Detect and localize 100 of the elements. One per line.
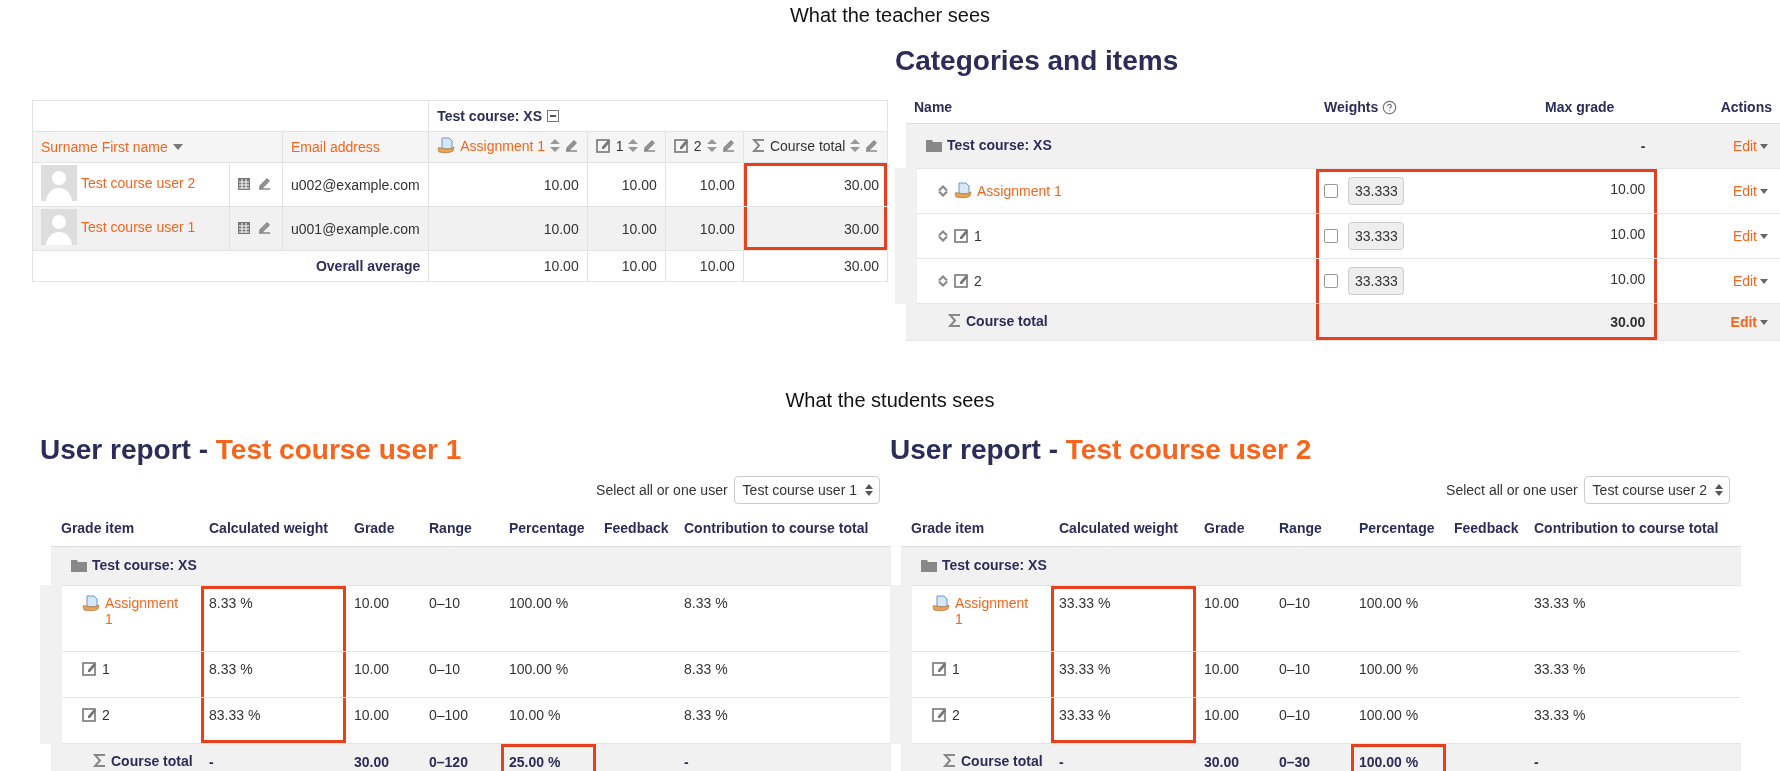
table-cell: 10.00: [1196, 585, 1271, 652]
weight-field[interactable]: 33.333: [1348, 177, 1404, 205]
edit-menu-link[interactable]: Edit: [1732, 228, 1757, 244]
weight-field[interactable]: 33.333: [1348, 267, 1404, 295]
edit-item-icon: [673, 138, 689, 154]
pencil-icon: [643, 139, 657, 153]
checkbox[interactable]: [1324, 229, 1338, 243]
table-cell: 10.00: [587, 250, 666, 282]
edit-menu-link[interactable]: Edit: [1732, 138, 1757, 154]
user-name: Test course user 2: [1065, 434, 1312, 465]
select-arrows-icon: [1715, 484, 1723, 496]
row-label: Overall average: [32, 250, 429, 282]
table-cell: 0–10: [1271, 585, 1351, 652]
sort-caret-icon: [172, 144, 183, 150]
item-link[interactable]: Assignment 1: [105, 595, 185, 627]
edit-menu-link[interactable]: Edit: [1730, 314, 1757, 330]
table-cell: 0–10: [421, 651, 501, 698]
assignment-icon: [437, 137, 456, 154]
folder-icon: [926, 138, 942, 152]
column-header: Range: [1279, 520, 1322, 536]
move-icon: [937, 274, 949, 287]
grid-icon: [238, 221, 250, 234]
column-header: Calculated weight: [209, 520, 329, 536]
edit-item-icon: [82, 707, 97, 722]
help-icon[interactable]: [1382, 99, 1398, 115]
report-title: User report -: [40, 434, 209, 465]
item-name: 1: [952, 661, 960, 677]
table-cell: 0–10: [421, 585, 501, 652]
user-select[interactable]: Test course user 1: [733, 476, 880, 504]
table-cell: 0–10: [1271, 651, 1351, 698]
column-header: Grade: [354, 520, 395, 536]
table-cell: 30.00: [743, 162, 888, 207]
collapse-icon: [547, 110, 559, 122]
column-header: Weights: [1324, 99, 1379, 115]
table-cell: 10.00: [665, 206, 744, 251]
section-caption: What the students sees: [785, 389, 995, 411]
column-header: Percentage: [1359, 520, 1435, 536]
edit-menu-link[interactable]: Edit: [1732, 273, 1757, 289]
caret-icon: [1760, 319, 1768, 325]
user-name: Test course user 1: [215, 434, 462, 465]
sigma-icon: [943, 753, 956, 768]
column-header: Feedback: [604, 520, 669, 536]
column-header: Contribution to course total: [684, 520, 869, 536]
category-header: Test course: XS: [437, 108, 542, 124]
avatar-icon: [41, 209, 77, 245]
edit-item-icon: [954, 273, 969, 288]
table-cell: 10.00: [1196, 697, 1271, 744]
move-icon: [937, 184, 949, 197]
edit-menu-link[interactable]: Edit: [1732, 183, 1757, 199]
table-cell: 30.00: [743, 250, 888, 282]
table-cell: 10.00 %: [501, 697, 596, 744]
table-cell: 10.00: [346, 585, 421, 652]
item-name: 2: [974, 272, 982, 289]
item-link[interactable]: Assignment 1: [977, 182, 1062, 199]
table-cell: 30.00: [1502, 303, 1658, 341]
checkbox[interactable]: [1324, 184, 1338, 198]
section-caption: What the teacher sees: [789, 4, 991, 26]
item-name: Course total: [961, 753, 1043, 769]
item-link[interactable]: Assignment 1: [955, 595, 1035, 627]
table-cell: 33.33 %: [1526, 585, 1741, 652]
table-cell: 100.00 %: [501, 651, 596, 698]
table-cell: 10.00: [346, 697, 421, 744]
weight-field[interactable]: 33.333: [1348, 222, 1404, 250]
item-name: 2: [952, 707, 960, 723]
table-cell: 100.00 %: [1351, 651, 1446, 698]
pencil-icon: [721, 139, 735, 153]
table-cell: 10.00: [587, 162, 666, 207]
pencil-icon: [258, 221, 271, 234]
caret-icon: [1760, 143, 1768, 149]
table-cell: 10.00: [428, 250, 588, 282]
table-cell: 100.00 %: [501, 585, 596, 652]
sigma-icon: [751, 138, 765, 154]
column-header: Grade: [1204, 520, 1245, 536]
table-cell: 10.00: [346, 651, 421, 698]
table-cell: 10.00: [587, 206, 666, 251]
folder-icon: [921, 558, 937, 572]
table-cell: 10.00: [1502, 168, 1658, 214]
table-cell: 33.33 %: [1526, 697, 1741, 744]
item-name: 2: [102, 707, 110, 723]
checkbox[interactable]: [1324, 274, 1338, 288]
avatar-icon: [41, 165, 77, 201]
table-cell: 100.00 %: [1351, 697, 1446, 744]
column-header: Contribution to course total: [1534, 520, 1719, 536]
table-cell: 8.33 %: [201, 651, 346, 698]
column-header: Grade item: [911, 520, 985, 536]
table-cell: 30.00: [1196, 743, 1271, 771]
user-select[interactable]: Test course user 2: [1583, 476, 1730, 504]
table-cell: 30.00: [743, 206, 888, 251]
grid-icon: [238, 177, 250, 190]
caret-icon: [1760, 188, 1768, 194]
table-cell: 100.00 %: [1351, 743, 1446, 771]
table-cell: 33.33 %: [1051, 585, 1196, 652]
folder-icon: [71, 558, 87, 572]
item-name: 1: [102, 661, 110, 677]
table-cell: -: [1502, 123, 1658, 169]
edit-item-icon: [82, 661, 97, 676]
report-title: User report -: [890, 434, 1059, 465]
item-name: Course total: [966, 312, 1048, 329]
item-name: 1: [974, 227, 982, 244]
table-cell: 33.33 %: [1051, 697, 1196, 744]
